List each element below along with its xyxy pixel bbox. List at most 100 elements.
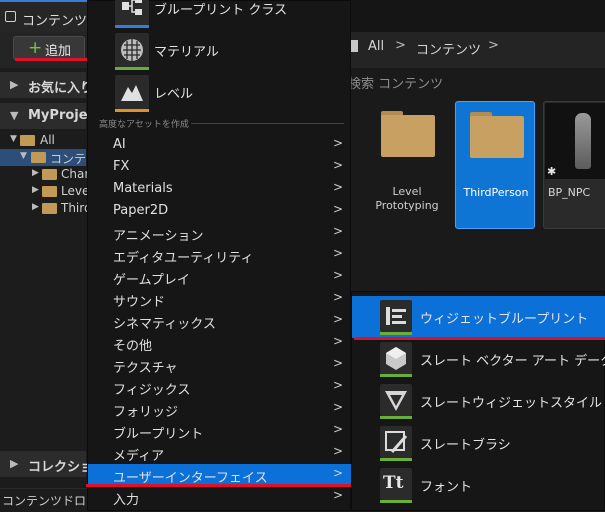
mannequin-icon — [575, 113, 591, 169]
tree-item-levelprototyping[interactable]: ▶ LevelPrototyping — [0, 183, 162, 200]
menu-item[interactable]: ブループリント > — [88, 420, 351, 442]
submenu-item-slate-vector-art-data[interactable]: スレート ベクター アート データ — [352, 338, 605, 380]
chevron-right-icon: > — [333, 466, 344, 480]
menu-item-label: サウンド — [113, 295, 166, 310]
slate-widget-style-icon — [380, 384, 412, 416]
menu-item[interactable]: シネマティックス > — [88, 310, 351, 332]
folder-icon — [31, 152, 46, 163]
search-input[interactable]: 検索 コンテンツ — [348, 73, 443, 92]
menu-item-label: その他 — [113, 339, 153, 354]
menu-item-label: レベル — [154, 87, 194, 102]
font-icon: Tt — [380, 468, 412, 500]
character-thumbnail: ✱ — [545, 103, 605, 179]
asset-label: Level Prototyping — [375, 185, 439, 212]
menu-item[interactable]: AI > — [88, 134, 351, 156]
plus-icon: + — [28, 38, 43, 58]
folder-icon — [470, 116, 524, 158]
chevron-down-icon: ▼ — [20, 151, 27, 161]
menu-item[interactable]: FX > — [88, 156, 351, 178]
breadcrumb-item-content[interactable]: コンテンツ — [416, 39, 481, 58]
level-color-bar — [115, 109, 149, 112]
menu-item[interactable]: テクスチャ > — [88, 354, 351, 376]
chevron-right-icon: > — [333, 422, 344, 436]
submenu-item-label: フォント — [420, 480, 473, 495]
menu-item-label: ブループリント — [113, 427, 204, 442]
menu-item-label: フォリッジ — [113, 405, 179, 420]
menu-item-label: シネマティックス — [113, 317, 216, 332]
tree-item-characters[interactable]: ▶ Characters — [0, 166, 127, 183]
add-button-highlight-line — [15, 58, 91, 61]
menu-item-blueprint-class[interactable]: ブループリント クラス — [88, 0, 352, 29]
menu-item[interactable]: サウンド > — [88, 288, 351, 310]
slate-brush-icon — [380, 426, 412, 458]
breadcrumb-item-all[interactable]: All — [368, 39, 384, 54]
asset-tile-thirdperson[interactable]: ThirdPerson — [455, 101, 535, 229]
menu-item-label: マテリアル — [154, 45, 219, 60]
menu-item[interactable]: フォリッジ > — [88, 398, 351, 420]
folder-icon — [42, 186, 57, 197]
asset-label: BP_NPC — [548, 186, 591, 199]
breadcrumb-separator[interactable]: > — [488, 38, 499, 53]
advanced-assets-heading: 高度なアセットを作成 — [99, 120, 189, 130]
widget-blueprint-highlight-line — [354, 337, 605, 340]
chevron-right-icon: > — [333, 378, 344, 392]
submenu-item-label: スレート ベクター アート データ — [420, 354, 605, 369]
menu-item-label: メディア — [113, 449, 165, 464]
tree-item-content[interactable]: ▼ コンテンツ — [0, 149, 110, 166]
chevron-right-icon: > — [333, 356, 344, 370]
menu-item-label: フィジックス — [113, 383, 191, 398]
breadcrumb-separator[interactable]: > — [395, 38, 406, 53]
submenu-item-widget-blueprint[interactable]: ウィジェットブループリント — [352, 296, 605, 338]
chevron-right-icon: ▶ — [10, 78, 19, 91]
asset-label: ThirdPerson — [463, 186, 529, 199]
chevron-right-icon: > — [333, 444, 344, 458]
asset-tile-level-prototyping[interactable]: Level Prototyping — [367, 101, 447, 229]
menu-item[interactable]: Materials > — [88, 178, 351, 200]
star-icon: ✱ — [547, 165, 557, 178]
chevron-right-icon: > — [333, 158, 344, 172]
chevron-right-icon: ▶ — [10, 457, 19, 470]
blueprint-class-color-bar — [115, 25, 149, 28]
slate-vector-icon — [380, 342, 412, 374]
collections-section[interactable]: ▶ コレクション — [0, 451, 106, 477]
chevron-right-icon: > — [333, 290, 344, 304]
menu-item-label: AI — [113, 137, 126, 152]
chevron-right-icon: > — [333, 136, 344, 150]
menu-item[interactable]: エディタユーティリティ > — [88, 244, 351, 266]
menu-item[interactable]: ゲームプレイ > — [88, 266, 351, 288]
menu-item-label: アニメーション — [113, 229, 204, 244]
submenu-item-label: ウィジェットブループリント — [420, 312, 589, 327]
chevron-right-icon: > — [333, 180, 344, 194]
submenu-item-slate-widget-style[interactable]: スレートウィジェットスタイル — [352, 380, 605, 422]
submenu-item-slate-brush[interactable]: スレートブラシ — [352, 422, 605, 464]
menu-item[interactable]: ユーザーインターフェイス > — [88, 464, 351, 486]
asset-tile-bp-npc[interactable]: ✱ BP_NPC — [543, 101, 605, 229]
menu-item[interactable]: アニメーション > — [88, 222, 351, 244]
chevron-right-icon: > — [333, 246, 344, 260]
add-button[interactable]: + 追加 — [13, 36, 85, 60]
menu-item-material[interactable]: マテリアル — [88, 29, 352, 71]
font-color-bar — [380, 500, 412, 503]
menu-item[interactable]: Paper2D > — [88, 200, 351, 222]
folder-icon — [42, 169, 57, 180]
blueprint-class-icon — [115, 0, 149, 25]
project-section[interactable]: ▼ MyProject — [0, 103, 101, 129]
chevron-right-icon: > — [333, 400, 344, 414]
chevron-right-icon: > — [333, 488, 344, 502]
menu-item-label: 入力 — [113, 493, 140, 508]
user-interface-submenu: ウィジェットブループリント スレート ベクター アート データ スレートウィジェ… — [351, 291, 605, 511]
favorites-section[interactable]: ▶ お気に入り — [0, 72, 93, 98]
tree-item-all[interactable]: ▼ All — [0, 132, 86, 149]
menu-item[interactable]: フィジックス > — [88, 376, 351, 398]
submenu-item-font[interactable]: Tt フォント — [352, 464, 605, 506]
tree-item-label: All — [40, 133, 55, 147]
folder-icon — [20, 135, 35, 146]
menu-item[interactable]: 入力 > — [88, 486, 351, 508]
tree-item-thirdperson[interactable]: ▶ ThirdPerson — [0, 200, 132, 217]
menu-item-level[interactable]: レベル — [88, 71, 352, 113]
slate-brush-color-bar — [380, 458, 412, 461]
chevron-right-icon: ▶ — [32, 168, 39, 178]
chevron-down-icon: ▼ — [10, 109, 19, 122]
menu-item[interactable]: メディア > — [88, 442, 351, 464]
menu-item[interactable]: その他 > — [88, 332, 351, 354]
